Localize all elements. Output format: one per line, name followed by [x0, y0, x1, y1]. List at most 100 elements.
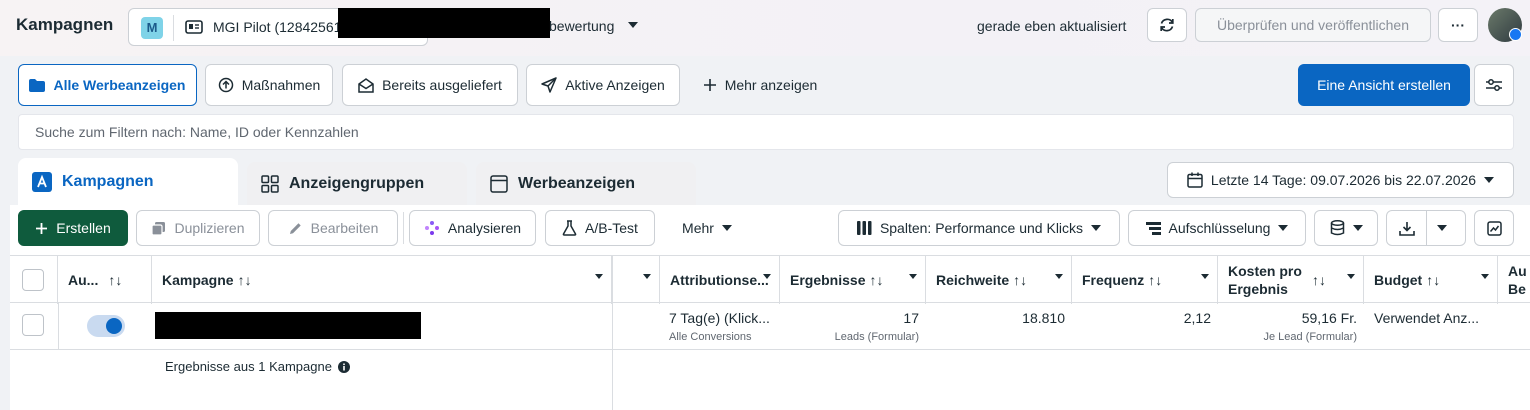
- duplicate-label: Duplizieren: [174, 220, 245, 236]
- column-budget[interactable]: Budget ↑↓: [1364, 256, 1498, 304]
- column-frequency[interactable]: Frequenz ↑↓: [1072, 256, 1218, 304]
- sort-icon[interactable]: ↑↓: [238, 272, 252, 288]
- folder-icon: [29, 78, 46, 92]
- chevron-down-icon[interactable]: [1347, 274, 1355, 279]
- pencil-icon: [289, 222, 301, 234]
- redacted-account-id: [338, 8, 550, 38]
- results-value: 17: [903, 310, 919, 326]
- filter-all-ads[interactable]: Alle Werbeanzeigen: [18, 64, 197, 106]
- account-divider: [173, 15, 174, 41]
- column-cut-label-1: Au: [1508, 263, 1527, 279]
- page-title: Kampagnen: [16, 15, 114, 34]
- facebook-icon: [1509, 28, 1522, 41]
- chevron-down-icon[interactable]: [1055, 274, 1063, 279]
- database-icon: [1330, 220, 1344, 236]
- more-options-button[interactable]: ···: [1438, 8, 1478, 42]
- grid-icon: [261, 175, 279, 193]
- chevron-down-icon[interactable]: [628, 22, 638, 29]
- sort-icon[interactable]: ↑↓: [1148, 272, 1162, 288]
- tab-campaigns[interactable]: Kampagnen: [18, 158, 238, 206]
- sort-icon[interactable]: ↑↓: [1312, 271, 1326, 289]
- date-range-label: Letzte 14 Tage: 09.07.2026 bis 22.07.202…: [1210, 172, 1477, 188]
- sparkle-icon: [424, 221, 439, 235]
- more-actions-button[interactable]: Mehr: [664, 210, 750, 246]
- column-campaign[interactable]: Kampagne ↑↓: [152, 256, 612, 304]
- columns-button[interactable]: Spalten: Performance und Klicks: [838, 210, 1120, 246]
- calendar-icon: [1187, 172, 1203, 188]
- plus-icon: [36, 222, 48, 234]
- column-attribution-label: Attributionse...: [670, 272, 769, 288]
- chevron-down-icon[interactable]: [1481, 274, 1489, 279]
- info-icon[interactable]: [337, 360, 350, 373]
- row-checkbox[interactable]: [22, 314, 44, 336]
- split-divider: [1426, 211, 1427, 245]
- more-options-label: ···: [1451, 17, 1465, 33]
- more-actions-label: Mehr: [682, 220, 714, 236]
- publish-label: Überprüfen und veröffentlichen: [1217, 17, 1409, 33]
- sort-icon[interactable]: ↑↓: [1013, 272, 1027, 288]
- charts-button[interactable]: [1474, 210, 1514, 246]
- create-view-label: Eine Ansicht erstellen: [1317, 77, 1451, 93]
- breakdown-button[interactable]: Aufschlüsselung: [1128, 210, 1306, 246]
- sort-icon[interactable]: ↑↓: [869, 272, 883, 288]
- chevron-down-icon: [1352, 224, 1363, 231]
- campaign-toggle[interactable]: [87, 315, 125, 337]
- analyze-button[interactable]: Analysieren: [409, 210, 536, 246]
- duplicate-icon: [151, 221, 166, 236]
- campaign-icon: [32, 172, 52, 192]
- filter-actions[interactable]: Maßnahmen: [205, 64, 333, 106]
- create-button[interactable]: Erstellen: [18, 210, 128, 246]
- filter-actions-label: Maßnahmen: [241, 77, 321, 93]
- account-badge: M: [141, 17, 163, 39]
- filter-active-ads[interactable]: Aktive Anzeigen: [526, 64, 680, 106]
- column-cost-per-result[interactable]: Kosten pro Ergebnis ↑↓: [1218, 256, 1364, 304]
- sort-icon[interactable]: ↑↓: [1426, 272, 1440, 288]
- column-cut-off[interactable]: Au Be: [1498, 256, 1530, 304]
- column-results-label: Ergebnisse: [790, 272, 866, 288]
- chevron-down-icon[interactable]: [595, 274, 603, 279]
- column-attribution[interactable]: Attributionse...: [660, 256, 780, 304]
- column-hidden[interactable]: [612, 256, 660, 304]
- sort-icon[interactable]: ↑↓: [108, 272, 122, 288]
- export-format-button[interactable]: [1314, 210, 1378, 246]
- results-summary: Ergebnisse aus 1 Kampagne: [165, 359, 350, 374]
- filter-delivered[interactable]: Bereits ausgeliefert: [342, 64, 518, 106]
- select-all-checkbox[interactable]: [22, 269, 44, 291]
- duplicate-button[interactable]: Duplizieren: [136, 210, 260, 246]
- cost-value: 59,16 Fr.: [1301, 310, 1357, 326]
- column-reach-label: Reichweite: [936, 272, 1010, 288]
- chart-icon: [1486, 220, 1502, 236]
- chevron-down-icon[interactable]: [1201, 274, 1209, 279]
- account-name: MGI Pilot (128425615: [213, 19, 350, 35]
- column-status-label: Au...: [68, 272, 99, 288]
- redacted-campaign-name[interactable]: [155, 312, 421, 339]
- chevron-down-icon: [721, 224, 732, 231]
- breakdown-label: Aufschlüsselung: [1168, 220, 1271, 236]
- column-reach[interactable]: Reichweite ↑↓: [926, 256, 1072, 304]
- plus-icon: [703, 79, 716, 91]
- chevron-down-icon: [1484, 176, 1495, 183]
- breakdown-icon: [1145, 221, 1161, 235]
- create-view-button[interactable]: Eine Ansicht erstellen: [1298, 64, 1470, 106]
- tab-ads[interactable]: Werbeanzeigen: [476, 162, 696, 206]
- chevron-down-icon[interactable]: [763, 274, 771, 279]
- date-range-picker[interactable]: Letzte 14 Tage: 09.07.2026 bis 22.07.202…: [1167, 162, 1514, 198]
- filter-active-ads-label: Aktive Anzeigen: [565, 77, 665, 93]
- column-status[interactable]: Au... ↑↓: [58, 256, 152, 304]
- publish-button[interactable]: Überprüfen und veröffentlichen: [1195, 8, 1431, 42]
- filter-settings-button[interactable]: [1474, 64, 1514, 106]
- flask-icon: [562, 220, 577, 236]
- chevron-down-icon[interactable]: [643, 274, 651, 279]
- column-results[interactable]: Ergebnisse ↑↓: [780, 256, 926, 304]
- show-more-filters[interactable]: Mehr anzeigen: [690, 64, 830, 106]
- ab-test-button[interactable]: A/B-Test: [545, 210, 655, 246]
- chevron-down-icon[interactable]: [909, 274, 917, 279]
- search-input[interactable]: Suche zum Filtern nach: Name, ID oder Ke…: [18, 114, 1514, 150]
- updated-status: gerade eben aktualisiert: [977, 18, 1127, 34]
- tab-ad-sets[interactable]: Anzeigengruppen: [247, 162, 467, 206]
- ad-window-icon: [490, 175, 508, 193]
- edit-button[interactable]: Bearbeiten: [268, 210, 398, 246]
- columns-icon: [856, 221, 872, 235]
- column-frequency-label: Frequenz: [1082, 272, 1145, 288]
- refresh-button[interactable]: [1147, 8, 1187, 42]
